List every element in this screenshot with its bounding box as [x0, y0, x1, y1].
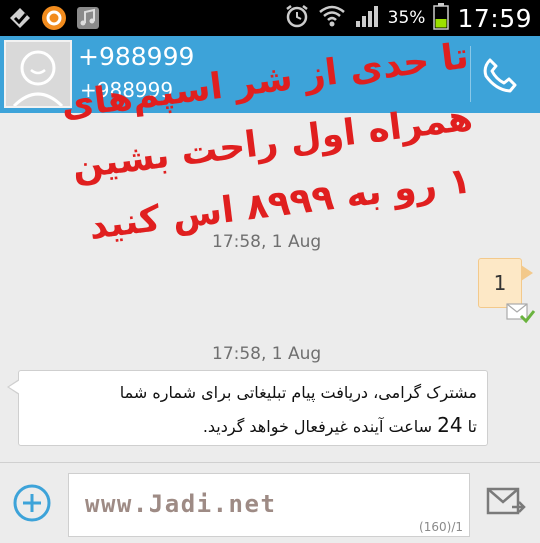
- send-button[interactable]: [486, 485, 526, 521]
- character-counter: (160)/1: [419, 520, 463, 534]
- message-timestamp: 17:58, 1 Aug: [212, 232, 322, 252]
- battery-icon: [433, 2, 450, 34]
- alarm-icon: [284, 3, 310, 33]
- contact-avatar[interactable]: [4, 40, 72, 108]
- call-button[interactable]: [478, 54, 522, 98]
- status-bar: 35% 17:59: [0, 0, 540, 36]
- avast-icon: [40, 4, 68, 32]
- status-clock: 17:59: [457, 3, 532, 33]
- header-divider: [470, 46, 471, 102]
- message-timestamp: 17:58, 1 Aug: [212, 344, 322, 364]
- phone-icon: [483, 58, 517, 93]
- gesture-icon: [6, 4, 34, 32]
- conversation-header: +988999 +988999: [0, 36, 540, 113]
- music-icon: [74, 4, 102, 32]
- received-message-line: مشترک گرامی، دریافت پیام تبلیغاتی برای ش…: [119, 383, 477, 402]
- plus-icon: [13, 484, 51, 522]
- compose-bar: www.Jadi.net (160)/1: [0, 462, 540, 543]
- avatar-placeholder-icon: [6, 42, 70, 106]
- send-mail-icon: [486, 487, 526, 515]
- wifi-icon: [318, 3, 346, 33]
- message-input[interactable]: www.Jadi.net (160)/1: [68, 473, 470, 537]
- received-message-line: تا 24 ساعت آینده غیرفعال خواهد گردید.: [202, 413, 477, 437]
- sent-message-text: 1: [493, 271, 507, 295]
- battery-percent: 35%: [387, 8, 426, 28]
- watermark-text: www.Jadi.net: [85, 490, 277, 518]
- contact-number: +988999: [80, 78, 174, 102]
- received-message-bubble[interactable]: مشترک گرامی، دریافت پیام تبلیغاتی برای ش…: [7, 370, 488, 446]
- delivered-icon: [506, 300, 536, 326]
- contact-name: +988999: [78, 42, 195, 71]
- signal-icon: [354, 3, 380, 33]
- attach-button[interactable]: [12, 483, 52, 523]
